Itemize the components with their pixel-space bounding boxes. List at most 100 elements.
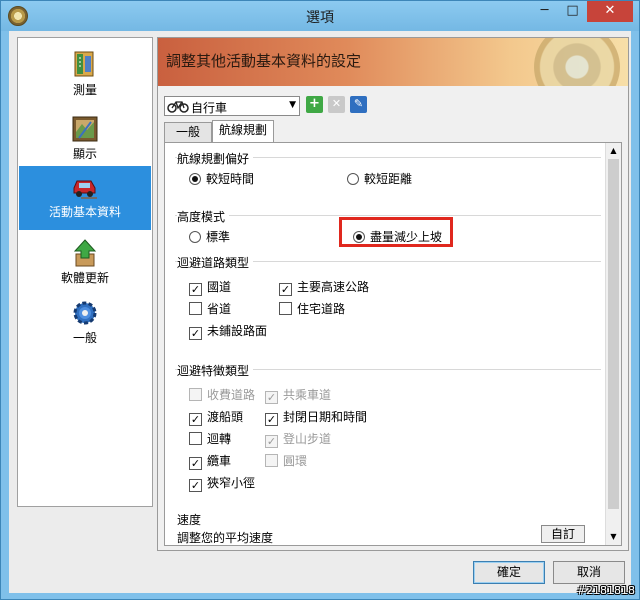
gear-icon	[73, 301, 97, 325]
panel-banner: 調整其他活動基本資料的設定	[158, 38, 628, 86]
group-title: 航線規劃偏好	[177, 150, 254, 167]
checkbox-provincial-road[interactable]: 省道	[189, 300, 231, 317]
group-title: 高度模式	[177, 208, 230, 225]
car-wrench-icon	[73, 180, 97, 199]
banner-title: 調整其他活動基本資料的設定	[166, 52, 362, 70]
radio-shorter-distance[interactable]: 較短距離	[347, 170, 412, 187]
sidebar-item-measure[interactable]: 測量	[19, 44, 151, 108]
category-sidebar: 測量 顯示 活動基本資料 軟體更新 一般	[17, 37, 153, 507]
sidebar-item-label: 測量	[72, 83, 97, 97]
ok-button[interactable]: 確定	[473, 561, 545, 584]
checkbox[interactable]	[265, 454, 278, 467]
checkbox[interactable]	[189, 388, 202, 401]
watermark: #2181818	[576, 584, 635, 597]
group-title: 迴避特徵類型	[177, 362, 254, 379]
group-title: 迴避道路類型	[177, 254, 254, 271]
radio-standard[interactable]: 標準	[189, 228, 230, 245]
checkbox-u-turn[interactable]: 迴轉	[189, 430, 231, 447]
cancel-button[interactable]: 取消	[553, 561, 625, 584]
radio-button[interactable]	[189, 173, 201, 185]
checkbox-label: 收費道路	[207, 388, 256, 402]
checkbox-cable-car[interactable]: ✓ 纜車	[189, 452, 231, 470]
checkbox-label: 圓環	[283, 454, 308, 468]
sidebar-item-software-update[interactable]: 軟體更新	[19, 232, 151, 296]
tab-route-planning[interactable]: 航線規劃	[212, 120, 274, 142]
checkbox[interactable]	[279, 302, 292, 315]
radio-shorter-time[interactable]: 較短時間	[189, 170, 254, 187]
maximize-button[interactable]: □	[559, 1, 586, 22]
settings-scroll-area: 航線規劃偏好 較短時間 較短距離 高度模式 標準 盡量減少上坡 迴避道路類型 ✓…	[165, 143, 605, 545]
tab-content: 航線規劃偏好 較短時間 較短距離 高度模式 標準 盡量減少上坡 迴避道路類型 ✓…	[164, 142, 622, 546]
checkbox[interactable]: ✓	[265, 435, 278, 448]
minimize-button[interactable]: ─	[531, 1, 558, 22]
delete-profile-button[interactable]: ✕	[328, 96, 345, 113]
radio-label: 標準	[206, 230, 231, 244]
activity-profile-select[interactable]: 自行車 ▼	[164, 96, 300, 116]
scroll-up-icon[interactable]: ▲	[606, 143, 621, 159]
checkbox[interactable]: ✓	[279, 283, 292, 296]
checkbox-label: 迴轉	[207, 432, 232, 446]
checkbox-unpaved-road[interactable]: ✓ 未鋪設路面	[189, 322, 267, 340]
chevron-down-icon[interactable]: ▼	[289, 100, 296, 110]
scroll-down-icon[interactable]: ▼	[606, 529, 621, 545]
checkbox-label: 未鋪設路面	[207, 324, 268, 338]
sidebar-item-activity-profile[interactable]: 活動基本資料	[19, 166, 151, 230]
sidebar-item-general[interactable]: 一般	[19, 292, 151, 356]
checkbox-national-road[interactable]: ✓ 國道	[189, 278, 231, 296]
checkbox-ferry[interactable]: ✓ 渡船頭	[189, 408, 243, 426]
checkbox[interactable]: ✓	[189, 457, 202, 470]
edit-profile-button[interactable]: ✎	[350, 96, 367, 113]
avoid-road-types-group: 迴避道路類型 ✓ 國道 ✓ 主要高速公路 省道 住宅道路 ✓ 未鋪設路面	[175, 254, 601, 340]
map-display-icon	[72, 116, 98, 142]
checkbox[interactable]: ✓	[189, 327, 202, 340]
custom-speed-button[interactable]: 自訂	[541, 525, 585, 543]
add-profile-button[interactable]: +	[306, 96, 323, 113]
checkbox-label: 省道	[207, 302, 232, 316]
radio-button[interactable]	[347, 173, 359, 185]
bicycle-icon	[167, 101, 189, 113]
dialog-body: 測量 顯示 活動基本資料 軟體更新 一般 調整其他活動基本資料的設定 自行車 ▼…	[9, 31, 631, 593]
checkbox-label: 封閉日期和時間	[283, 410, 368, 424]
settings-panel: 調整其他活動基本資料的設定 自行車 ▼ + ✕ ✎ 一般 航線規劃 航線規劃偏好…	[157, 37, 629, 551]
checkbox-hiking-trail[interactable]: ✓ 登山步道	[265, 430, 331, 448]
sidebar-item-display[interactable]: 顯示	[19, 108, 151, 172]
checkbox-label: 主要高速公路	[297, 280, 370, 294]
checkbox[interactable]: ✓	[265, 391, 278, 404]
activity-profile-value: 自行車	[191, 101, 228, 115]
checkbox-major-highway[interactable]: ✓ 主要高速公路	[279, 278, 369, 296]
vertical-scrollbar[interactable]: ▲ ▼	[605, 143, 621, 545]
tab-general[interactable]: 一般	[164, 122, 212, 142]
checkbox-toll-road[interactable]: 收費道路	[189, 386, 255, 403]
checkbox-residential-road[interactable]: 住宅道路	[279, 300, 345, 317]
routing-preference-group: 航線規劃偏好 較短時間 較短距離	[175, 150, 601, 186]
title-bar[interactable]: 選項 ─ □ ✕	[1, 1, 639, 31]
radio-label: 較短時間	[206, 172, 255, 186]
checkbox[interactable]: ✓	[189, 479, 202, 492]
highlight-annotation	[339, 217, 453, 247]
checkbox-label: 纜車	[207, 454, 232, 468]
checkbox-label: 共乘車道	[283, 388, 332, 402]
checkbox-narrow-trail[interactable]: ✓ 狹窄小徑	[189, 474, 255, 492]
avoid-feature-types-group: 迴避特徵類型 收費道路 ✓ 共乘車道 ✓ 渡船頭 ✓ 封閉日期和時間 迴轉 ✓ …	[175, 362, 601, 492]
sidebar-item-label: 顯示	[72, 147, 97, 161]
checkbox[interactable]: ✓	[189, 413, 202, 426]
radio-button[interactable]	[189, 231, 201, 243]
checkbox-roundabout[interactable]: 圓環	[265, 452, 307, 469]
checkbox-label: 狹窄小徑	[207, 476, 256, 490]
ruler-book-icon	[74, 51, 94, 77]
close-button[interactable]: ✕	[587, 1, 633, 22]
options-window: 選項 ─ □ ✕ 測量 顯示 活動基本資料 軟體更新 一般 調整其他活動基本資料…	[0, 0, 640, 600]
checkbox-label: 國道	[207, 280, 232, 294]
sidebar-item-label: 活動基本資料	[48, 205, 121, 219]
checkbox-closure-dates[interactable]: ✓ 封閉日期和時間	[265, 408, 367, 426]
checkbox[interactable]: ✓	[189, 283, 202, 296]
sidebar-item-label: 軟體更新	[60, 271, 109, 285]
checkbox-label: 住宅道路	[297, 302, 346, 316]
elevation-mode-group: 高度模式 標準 盡量減少上坡	[175, 208, 601, 244]
scrollbar-thumb[interactable]	[608, 159, 619, 509]
checkbox[interactable]: ✓	[265, 413, 278, 426]
speed-subtitle: 調整您的平均速度	[177, 531, 274, 545]
checkbox[interactable]	[189, 432, 202, 445]
checkbox[interactable]	[189, 302, 202, 315]
checkbox-carpool-lane[interactable]: ✓ 共乘車道	[265, 386, 331, 404]
